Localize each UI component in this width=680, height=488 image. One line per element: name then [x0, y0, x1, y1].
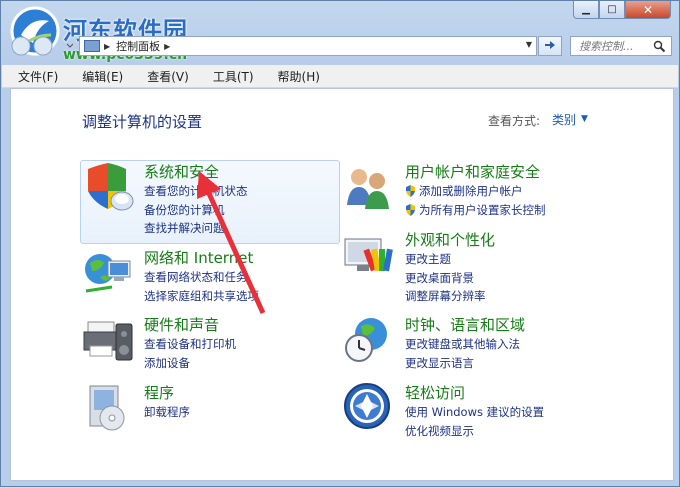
view-by-label: 查看方式:: [488, 114, 541, 128]
link-change-theme[interactable]: 更改主题: [405, 251, 451, 267]
link-homegroup-sharing[interactable]: 选择家庭组和共享选项: [144, 288, 259, 304]
refresh-button[interactable]: [538, 36, 562, 56]
address-bar[interactable]: ▶ 控制面板 ▶ ▼: [79, 36, 537, 56]
nav-arrows: [11, 36, 73, 56]
category-title-appearance[interactable]: 外观和个性化: [405, 229, 495, 250]
view-by-dropdown[interactable]: 类别: [552, 111, 576, 128]
recent-pages-icon: [66, 43, 73, 48]
search-icon[interactable]: [653, 40, 666, 53]
printer-icon[interactable]: [82, 314, 134, 366]
content-pane: 调整计算机的设置 查看方式: 类别 ▼ 系统和安全 查看您的计算机状态 备份您的…: [10, 88, 674, 481]
network-globe-icon[interactable]: [82, 247, 134, 299]
forward-icon[interactable]: [33, 36, 53, 56]
minimize-button[interactable]: ▁: [573, 1, 599, 19]
link-view-computer-status[interactable]: 查看您的计算机状态: [144, 183, 248, 199]
search-input[interactable]: [577, 38, 657, 54]
category-title-network[interactable]: 网络和 Internet: [144, 247, 253, 268]
maximize-button[interactable]: □: [599, 1, 625, 19]
page-title: 调整计算机的设置: [82, 113, 203, 131]
address-dropdown-icon[interactable]: ▼: [526, 40, 532, 49]
uac-shield-icon: [406, 185, 415, 197]
control-panel-window: 河东软件园 www.pc0359.cn ▁ □ ✕ ▶ 控制面板 ▶ ▼ 文件(…: [0, 0, 680, 487]
link-uninstall-program[interactable]: 卸载程序: [144, 404, 190, 420]
link-devices-printers[interactable]: 查看设备和打印机: [144, 336, 236, 352]
category-title-hardware-sound[interactable]: 硬件和声音: [144, 314, 219, 335]
category-title-user-accounts[interactable]: 用户帐户和家庭安全: [405, 161, 540, 182]
breadcrumb-separator-icon[interactable]: ▶: [164, 42, 170, 51]
breadcrumb-control-panel[interactable]: 控制面板: [116, 38, 160, 54]
link-add-remove-user[interactable]: 添加或删除用户帐户: [405, 183, 523, 199]
users-icon[interactable]: [343, 161, 395, 213]
appearance-monitor-icon[interactable]: [343, 229, 395, 281]
menu-edit[interactable]: 编辑(E): [66, 68, 131, 85]
link-screen-resolution[interactable]: 调整屏幕分辨率: [405, 288, 486, 304]
category-title-ease-of-access[interactable]: 轻松访问: [405, 382, 465, 403]
link-backup-computer[interactable]: 备份您的计算机: [144, 202, 225, 218]
caption-buttons: ▁ □ ✕: [573, 1, 671, 19]
link-parental-controls[interactable]: 为所有用户设置家长控制: [405, 202, 546, 218]
link-add-device[interactable]: 添加设备: [144, 355, 190, 371]
uac-shield-icon: [406, 204, 415, 216]
link-change-input-method[interactable]: 更改键盘或其他输入法: [405, 336, 520, 352]
menu-view[interactable]: 查看(V): [131, 68, 197, 85]
link-change-background[interactable]: 更改桌面背景: [405, 270, 474, 286]
link-windows-recommended-settings[interactable]: 使用 Windows 建议的设置: [405, 404, 544, 420]
ease-of-access-icon[interactable]: [343, 382, 395, 434]
close-button[interactable]: ✕: [625, 1, 671, 19]
category-title-programs[interactable]: 程序: [144, 382, 174, 403]
clock-globe-icon[interactable]: [343, 314, 395, 366]
link-network-status[interactable]: 查看网络状态和任务: [144, 269, 248, 285]
menu-file[interactable]: 文件(F): [2, 68, 66, 85]
link-text: 添加或删除用户帐户: [419, 184, 523, 198]
link-text: 为所有用户设置家长控制: [419, 203, 546, 217]
search-box: [570, 36, 672, 56]
breadcrumb-separator-icon[interactable]: ▶: [104, 42, 110, 51]
link-optimize-display[interactable]: 优化视频显示: [405, 423, 474, 439]
back-icon[interactable]: [11, 36, 31, 56]
link-troubleshoot[interactable]: 查找并解决问题: [144, 220, 225, 236]
view-by-dropdown-icon[interactable]: ▼: [581, 114, 588, 124]
category-title-clock-language[interactable]: 时钟、语言和区域: [405, 314, 525, 335]
menu-help[interactable]: 帮助(H): [262, 68, 328, 85]
refresh-icon: [545, 41, 555, 49]
shield-icon[interactable]: [82, 161, 134, 213]
programs-icon[interactable]: [82, 382, 134, 434]
control-panel-small-icon: [84, 40, 100, 52]
menu-tools[interactable]: 工具(T): [197, 68, 262, 85]
link-change-display-language[interactable]: 更改显示语言: [405, 355, 474, 371]
category-title-system-security[interactable]: 系统和安全: [144, 161, 219, 182]
menu-bar: 文件(F) 编辑(E) 查看(V) 工具(T) 帮助(H): [2, 65, 678, 88]
